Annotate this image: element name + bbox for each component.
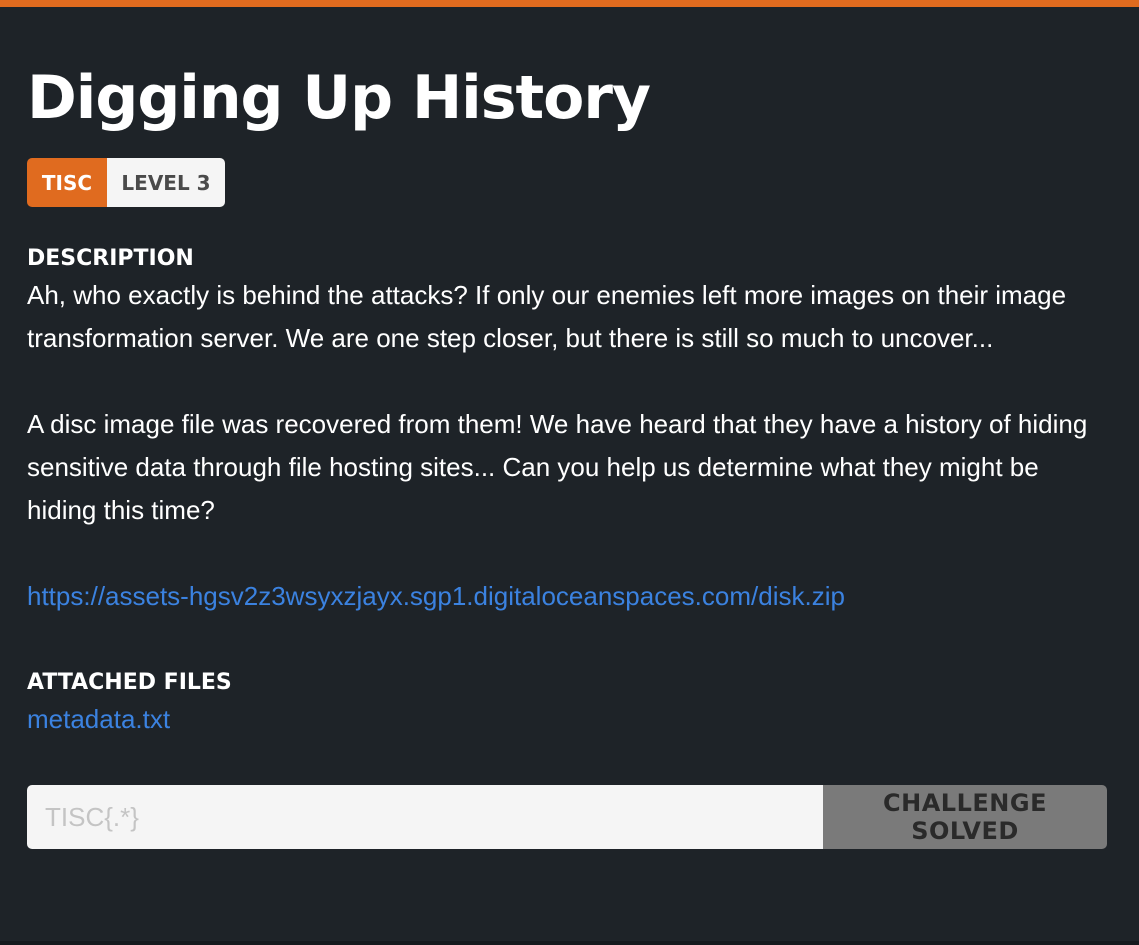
asset-link-container: https://assets-hgsv2z3wsyxzjayx.sgp1.dig…: [27, 575, 1109, 618]
description-paragraph: Ah, who exactly is behind the attacks? I…: [27, 280, 1067, 353]
attached-files-list: metadata.txt: [27, 698, 1109, 741]
bottom-edge-divider: [0, 941, 1139, 945]
description-paragraph: A disc image file was recovered from the…: [27, 409, 1088, 525]
challenge-solved-button[interactable]: CHALLENGE SOLVED: [823, 785, 1107, 849]
top-accent-bar: [0, 0, 1139, 7]
asset-download-link[interactable]: https://assets-hgsv2z3wsyxzjayx.sgp1.dig…: [27, 575, 845, 618]
attached-files-heading: ATTACHED FILES: [27, 670, 232, 695]
flag-submit-form: CHALLENGE SOLVED: [27, 785, 1107, 849]
flag-input[interactable]: [27, 785, 823, 849]
challenge-title: Digging Up History: [27, 63, 651, 133]
challenge-tags: TISC LEVEL 3: [27, 158, 225, 207]
category-badge: TISC: [27, 158, 107, 207]
challenge-panel: Digging Up History TISC LEVEL 3 DESCRIPT…: [27, 58, 1109, 849]
attached-file-link[interactable]: metadata.txt: [27, 698, 170, 741]
description-heading: DESCRIPTION: [27, 246, 194, 271]
level-badge: LEVEL 3: [107, 158, 225, 207]
